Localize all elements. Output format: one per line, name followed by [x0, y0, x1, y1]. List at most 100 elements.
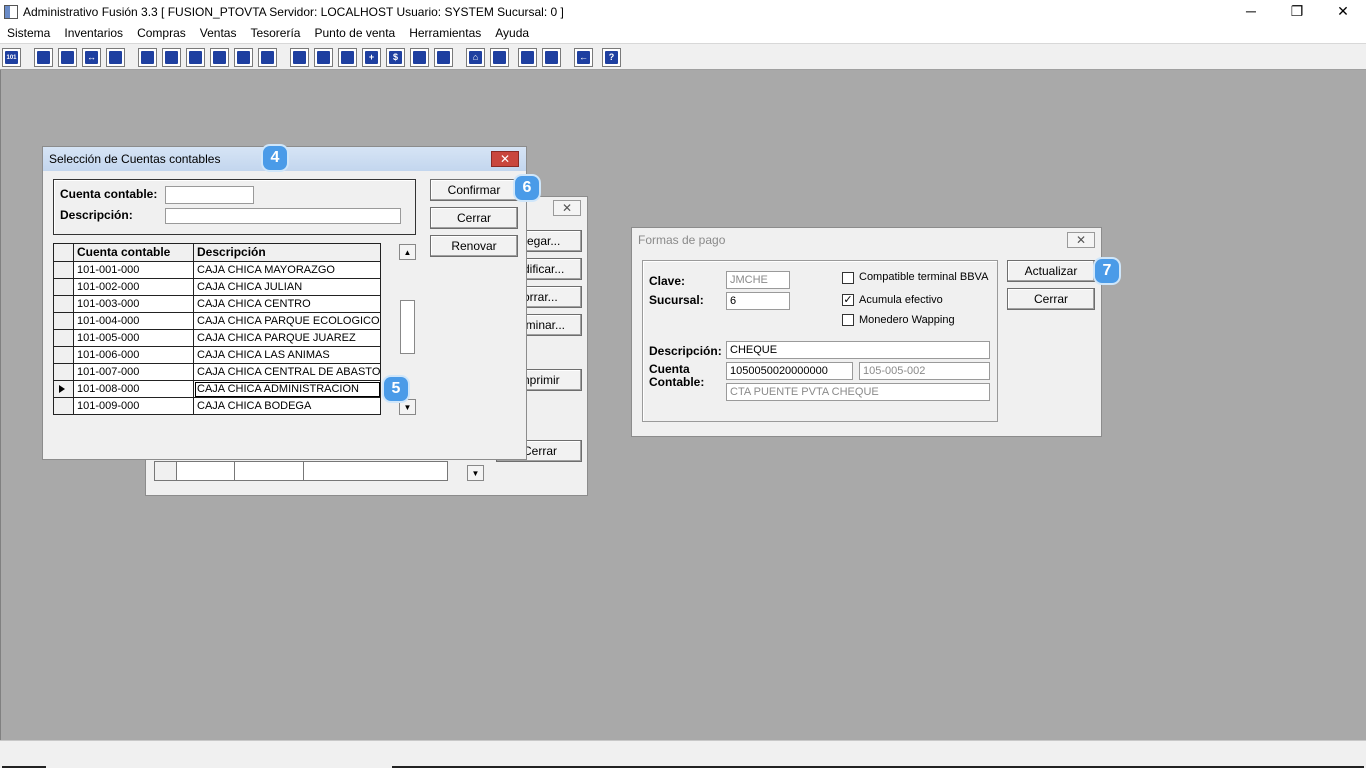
- menu-sistema[interactable]: Sistema: [0, 24, 57, 43]
- scroll-up-arrow[interactable]: ▲: [399, 244, 416, 260]
- toolbar-button-refresh[interactable]: [518, 48, 537, 67]
- toolbar-button-home[interactable]: ⌂: [466, 48, 485, 67]
- cell-cuenta[interactable]: 101-002-000: [74, 279, 194, 296]
- cell-descripcion[interactable]: CAJA CHICA CENTRAL DE ABASTO: [194, 364, 381, 381]
- toolbar-button-calculator[interactable]: 101: [2, 48, 21, 67]
- table-row[interactable]: 101-006-000 CAJA CHICA LAS ANIMAS: [53, 347, 383, 364]
- table-row[interactable]: 101-001-000 CAJA CHICA MAYORAZGO: [53, 262, 383, 279]
- menu-tesoreria[interactable]: Tesorería: [243, 24, 307, 43]
- restore-button[interactable]: ❐: [1274, 0, 1320, 22]
- cell-descripcion[interactable]: CAJA CHICA LAS ANIMAS: [194, 347, 381, 364]
- row-indicator[interactable]: [53, 398, 74, 415]
- row-indicator[interactable]: [53, 381, 74, 398]
- formas-close-button[interactable]: ✕: [1067, 232, 1095, 248]
- row-indicator[interactable]: [53, 330, 74, 347]
- row-indicator[interactable]: [53, 296, 74, 313]
- toolbar-button-copy[interactable]: [34, 48, 53, 67]
- toolbar-button-undo[interactable]: [542, 48, 561, 67]
- cuenta-contable-input[interactable]: [165, 186, 254, 204]
- row-indicator[interactable]: [53, 279, 74, 296]
- row-indicator[interactable]: [53, 313, 74, 330]
- descripcion-input[interactable]: [165, 208, 401, 224]
- renovar-button[interactable]: Renovar: [430, 235, 518, 257]
- cell-cuenta[interactable]: 101-009-000: [74, 398, 194, 415]
- compatible-bbva-checkbox[interactable]: [842, 272, 854, 284]
- monedero-wapping-checkbox[interactable]: [842, 314, 854, 326]
- toolbar-button-clipboard[interactable]: [58, 48, 77, 67]
- status-bar: [0, 740, 1366, 768]
- dollar-icon: $: [389, 51, 402, 64]
- table-row[interactable]: 101-003-000 CAJA CHICA CENTRO: [53, 296, 383, 313]
- menu-compras[interactable]: Compras: [130, 24, 193, 43]
- import-icon: [189, 51, 202, 64]
- background-close-button[interactable]: ✕: [553, 200, 581, 216]
- close-window-button[interactable]: ✕: [1320, 0, 1366, 22]
- menu-inventarios[interactable]: Inventarios: [57, 24, 130, 43]
- sucursal-input[interactable]: 6: [726, 292, 790, 310]
- row-indicator[interactable]: [53, 262, 74, 279]
- cell-descripcion[interactable]: CAJA CHICA JULIAN: [194, 279, 381, 296]
- cerrar-formas-button[interactable]: Cerrar: [1007, 288, 1095, 310]
- minimize-button[interactable]: ─: [1228, 0, 1274, 22]
- cell-cuenta[interactable]: 101-008-000: [74, 381, 194, 398]
- scroll-down-arrow[interactable]: ▼: [399, 399, 416, 415]
- toolbar-button-import[interactable]: [186, 48, 205, 67]
- column-header-cuenta[interactable]: Cuenta contable: [74, 243, 194, 262]
- toolbar-button-list[interactable]: [258, 48, 277, 67]
- toolbar-button-report[interactable]: [410, 48, 429, 67]
- toolbar-button-table[interactable]: [434, 48, 453, 67]
- acumula-efectivo-checkbox[interactable]: ✓: [842, 294, 854, 306]
- column-header-descripcion[interactable]: Descripción: [194, 243, 381, 262]
- cell-cuenta[interactable]: 101-005-000: [74, 330, 194, 347]
- scroll-thumb[interactable]: [400, 300, 415, 354]
- cell-cuenta[interactable]: 101-007-000: [74, 364, 194, 381]
- toolbar: 101 ↔ + $ ⌂ ←?: [0, 44, 1366, 70]
- table-row[interactable]: 101-008-000 CAJA CHICA ADMINISTRACION: [53, 381, 383, 398]
- toolbar-button-help[interactable]: ?: [602, 48, 621, 67]
- confirmar-button[interactable]: Confirmar: [430, 179, 518, 201]
- table-row[interactable]: 101-009-000 CAJA CHICA BODEGA: [53, 398, 383, 415]
- actualizar-button[interactable]: Actualizar: [1007, 260, 1095, 282]
- seleccion-close-button[interactable]: ✕: [491, 151, 519, 167]
- cell-descripcion[interactable]: CAJA CHICA ADMINISTRACION: [194, 381, 381, 398]
- cell-descripcion[interactable]: CAJA CHICA MAYORAZGO: [194, 262, 381, 279]
- table-row[interactable]: 101-002-000 CAJA CHICA JULIAN: [53, 279, 383, 296]
- table-row[interactable]: 101-005-000 CAJA CHICA PARQUE JUAREZ: [53, 330, 383, 347]
- menu-punto-de-venta[interactable]: Punto de venta: [307, 24, 402, 43]
- toolbar-button-find[interactable]: [490, 48, 509, 67]
- toolbar-button-print[interactable]: [210, 48, 229, 67]
- toolbar-button-export[interactable]: [338, 48, 357, 67]
- cerrar-button[interactable]: Cerrar: [430, 207, 518, 229]
- toolbar-button-box[interactable]: [314, 48, 333, 67]
- toolbar-button-binoculars[interactable]: [290, 48, 309, 67]
- cell-descripcion[interactable]: CAJA CHICA PARQUE JUAREZ: [194, 330, 381, 347]
- menu-ventas[interactable]: Ventas: [193, 24, 244, 43]
- toolbar-button-transfer[interactable]: ↔: [82, 48, 101, 67]
- toolbar-button-back[interactable]: ←: [574, 48, 593, 67]
- cell-cuenta[interactable]: 101-001-000: [74, 262, 194, 279]
- cell-cuenta[interactable]: 101-004-000: [74, 313, 194, 330]
- descripcion-formas-input[interactable]: CHEQUE: [726, 341, 990, 359]
- cell-descripcion[interactable]: CAJA CHICA BODEGA: [194, 398, 381, 415]
- toolbar-button-search-doc[interactable]: [106, 48, 125, 67]
- cuenta-contable-formas-input[interactable]: 1050050020000000: [726, 362, 853, 380]
- table-row[interactable]: 101-007-000 CAJA CHICA CENTRAL DE ABASTO: [53, 364, 383, 381]
- background-scroll-down[interactable]: ▼: [467, 465, 484, 481]
- cell-descripcion[interactable]: CAJA CHICA CENTRO: [194, 296, 381, 313]
- table-row[interactable]: 101-004-000 CAJA CHICA PARQUE ECOLOGICO: [53, 313, 383, 330]
- row-indicator[interactable]: [53, 347, 74, 364]
- menu-ayuda[interactable]: Ayuda: [488, 24, 536, 43]
- toolbar-button-user[interactable]: [138, 48, 157, 67]
- user-icon: [141, 51, 154, 64]
- row-indicator[interactable]: [53, 364, 74, 381]
- toolbar-button-folder[interactable]: [162, 48, 181, 67]
- toolbar-button-document[interactable]: [234, 48, 253, 67]
- cell-cuenta[interactable]: 101-003-000: [74, 296, 194, 313]
- app-icon[interactable]: [4, 5, 18, 19]
- cell-descripcion[interactable]: CAJA CHICA PARQUE ECOLOGICO: [194, 313, 381, 330]
- cell-cuenta[interactable]: 101-006-000: [74, 347, 194, 364]
- toolbar-button-add[interactable]: +: [362, 48, 381, 67]
- menu-herramientas[interactable]: Herramientas: [402, 24, 488, 43]
- add-icon: +: [365, 51, 378, 64]
- toolbar-button-dollar[interactable]: $: [386, 48, 405, 67]
